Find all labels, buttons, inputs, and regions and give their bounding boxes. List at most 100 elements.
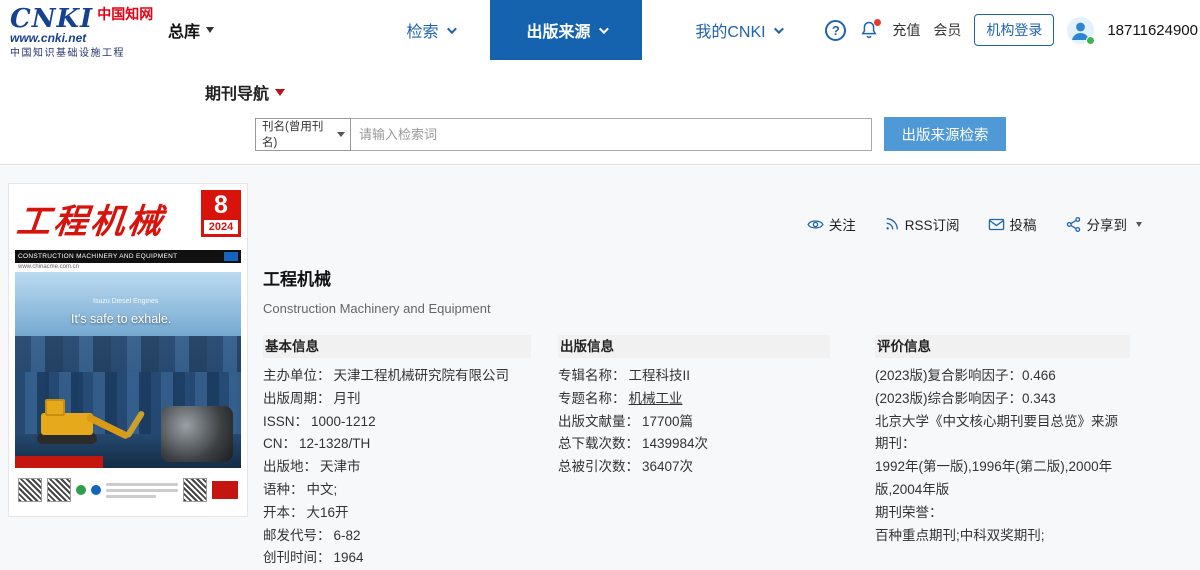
cover-footer-strip (15, 468, 241, 510)
journal-cover[interactable]: 工程机械 8 2024 CONSTRUCTION MACHINERY AND E… (8, 183, 248, 517)
notification-badge (874, 19, 882, 26)
rss-label: RSS订阅 (904, 218, 960, 233)
cover-footer-text (106, 482, 178, 498)
org-login-button[interactable]: 机构登录 (974, 14, 1055, 46)
info-row-issn: ISSN： 1000-1212 (263, 413, 376, 429)
footer-text-line (106, 488, 178, 492)
publish-info-header: 出版信息 (558, 335, 830, 358)
nav-my-cnki-label: 我的CNKI (695, 24, 766, 41)
chevron-down-icon (598, 23, 609, 34)
info-row-place: 出版地： 天津市 (263, 459, 361, 475)
info-row-postal-code: 邮发代号： 6-82 (263, 527, 361, 543)
evaluation-info-rows: (2023版)复合影响因子：0.466 (2023版)综合影响因子：0.343 … (875, 365, 1130, 547)
user-avatar[interactable] (1067, 16, 1096, 45)
journal-navigation-label: 期刊导航 (205, 86, 270, 103)
cover-masthead: 工程机械 8 2024 (15, 190, 241, 250)
info-row-format: 开本： 大16开 (263, 504, 349, 520)
cover-tagline: It's safe to exhale. (71, 312, 172, 326)
nav-search-label: 检索 (406, 24, 439, 41)
journal-nav-subheader: 期刊导航 刊名(曾用刊名) 出版来源检索 (0, 60, 1200, 165)
cover-photo: Isuzu Diesel Engines It's safe to exhale… (15, 272, 241, 468)
cover-issue-number: 8 (214, 191, 228, 219)
cover-website-url: www.chinacme.com.cn (18, 264, 80, 270)
source-search-bar: 刊名(曾用刊名) 出版来源检索 (255, 117, 1006, 151)
diesel-engine-image (161, 406, 233, 462)
search-field-select[interactable]: 刊名(曾用刊名) (255, 117, 351, 151)
logo-slogan: 中国知识基础设施工程 (10, 47, 125, 59)
cover-engine-brand: Isuzu Diesel Engines (93, 298, 159, 305)
chevron-down-icon (446, 23, 457, 34)
eval-line-composite-if: (2023版)复合影响因子：0.466 (875, 368, 1056, 383)
nav-item-publication-source[interactable]: 出版来源 (490, 0, 642, 60)
caret-down-red-icon (275, 88, 286, 96)
cover-red-banner (15, 456, 103, 468)
basic-info-section: 基本信息 主办单位： 天津工程机械研究院有限公司 出版周期： 月刊 ISSN： 100… (263, 335, 531, 570)
evaluation-info-header: 评价信息 (875, 335, 1130, 358)
nav-publication-source-label: 出版来源 (526, 24, 591, 41)
cover-title-text: 工程机械 (15, 202, 167, 242)
eval-line-comprehensive-if: (2023版)综合影响因子：0.343 (875, 390, 1056, 406)
library-switcher[interactable]: 总库 (168, 0, 215, 60)
member-link[interactable]: 会员 (933, 20, 961, 40)
footer-red-box (212, 481, 238, 499)
footer-text-line (106, 482, 178, 486)
eval-line-honors-label: 期刊荣誉： (875, 504, 943, 520)
caret-down-icon (1136, 221, 1142, 227)
footer-text-line (106, 494, 157, 498)
submit-manuscript-button[interactable]: 投稿 (988, 214, 1037, 234)
logo-brand-text: CNKI (10, 4, 94, 34)
journal-detail-main: 工程机械 8 2024 CONSTRUCTION MACHINERY AND E… (0, 166, 1200, 570)
rss-icon (886, 218, 898, 230)
select-caret-icon (337, 131, 345, 137)
info-row-language: 语种： 中文; (263, 481, 338, 497)
cover-badge (224, 252, 238, 261)
qr-code (18, 478, 42, 502)
topic-link[interactable]: 机械工业 (629, 391, 683, 406)
journal-navigation-title[interactable]: 期刊导航 (205, 80, 286, 104)
nav-item-my-cnki[interactable]: 我的CNKI (668, 0, 808, 60)
source-search-button[interactable]: 出版来源检索 (884, 117, 1006, 151)
recharge-link[interactable]: 充值 (892, 20, 920, 40)
follow-label: 关注 (828, 218, 856, 233)
journal-title: 工程机械 (263, 270, 331, 289)
cert-logo-green (76, 485, 86, 495)
notification-bell-icon[interactable] (859, 19, 882, 40)
excavator-cab (45, 399, 65, 416)
cover-issue-box: 8 2024 (201, 190, 241, 237)
cover-english-bar: CONSTRUCTION MACHINERY AND EQUIPMENT (15, 250, 241, 263)
logo-site-url: www.cnki.net (10, 30, 87, 45)
cnki-logo[interactable]: CNKI 中国知网 www.cnki.net 中国知识基础设施工程 (10, 5, 153, 59)
nav-item-search[interactable]: 检索 (370, 0, 490, 60)
share-button[interactable]: 分享到 (1065, 214, 1142, 234)
cover-art: 工程机械 8 2024 CONSTRUCTION MACHINERY AND E… (15, 190, 241, 510)
search-field-selected-value: 刊名(曾用刊名) (262, 121, 324, 149)
eval-line-honors-value: 百种重点期刊;中科双奖期刊; (875, 527, 1045, 543)
search-input[interactable] (350, 117, 872, 151)
publish-info-rows: 专辑名称： 工程科技II 专题名称： 机械工业 出版文献量： 17700篇 总下载次数… (558, 365, 830, 479)
info-row-frequency: 出版周期： 月刊 (263, 390, 361, 406)
info-row-download-count: 总下载次数： 1439984次 (558, 436, 709, 452)
share-label: 分享到 (1086, 218, 1128, 233)
eval-line-core-journal: 北京大学《中文核心期刊要目总览》来源期刊： (875, 413, 1118, 452)
journal-actions-row: 关注 RSS订阅 投稿 分享到 (807, 214, 1142, 234)
info-row-citation-count: 总被引次数： 36407次 (558, 459, 694, 475)
info-row-topic: 专题名称： 机械工业 (558, 390, 683, 406)
info-row-sponsor: 主办单位： 天津工程机械研究院有限公司 (263, 368, 509, 383)
excavator-body (41, 413, 93, 435)
caret-down-icon (206, 27, 215, 33)
envelope-icon (988, 218, 1004, 230)
eval-line-core-editions: 1992年(第一版),1996年(第二版),2000年版,2004年版 (875, 459, 1113, 497)
account-phone-number: 18711624900 (1107, 21, 1198, 39)
cover-english-title: CONSTRUCTION MACHINERY AND EQUIPMENT (18, 253, 178, 260)
basic-info-rows: 主办单位： 天津工程机械研究院有限公司 出版周期： 月刊 ISSN： 1000-121… (263, 365, 531, 570)
eye-icon (807, 219, 824, 229)
top-bar: CNKI 中国知网 www.cnki.net 中国知识基础设施工程 总库 检索 … (0, 0, 1200, 60)
rss-subscribe-button[interactable]: RSS订阅 (884, 214, 960, 234)
cover-issue-year: 2024 (204, 220, 238, 234)
help-glyph: ? (831, 22, 840, 38)
help-icon[interactable]: ? (825, 19, 847, 41)
follow-button[interactable]: 关注 (807, 214, 856, 234)
info-row-founded: 创刊时间： 1964 (263, 550, 364, 566)
qr-code (183, 478, 207, 502)
journal-english-title: Construction Machinery and Equipment (263, 301, 491, 316)
